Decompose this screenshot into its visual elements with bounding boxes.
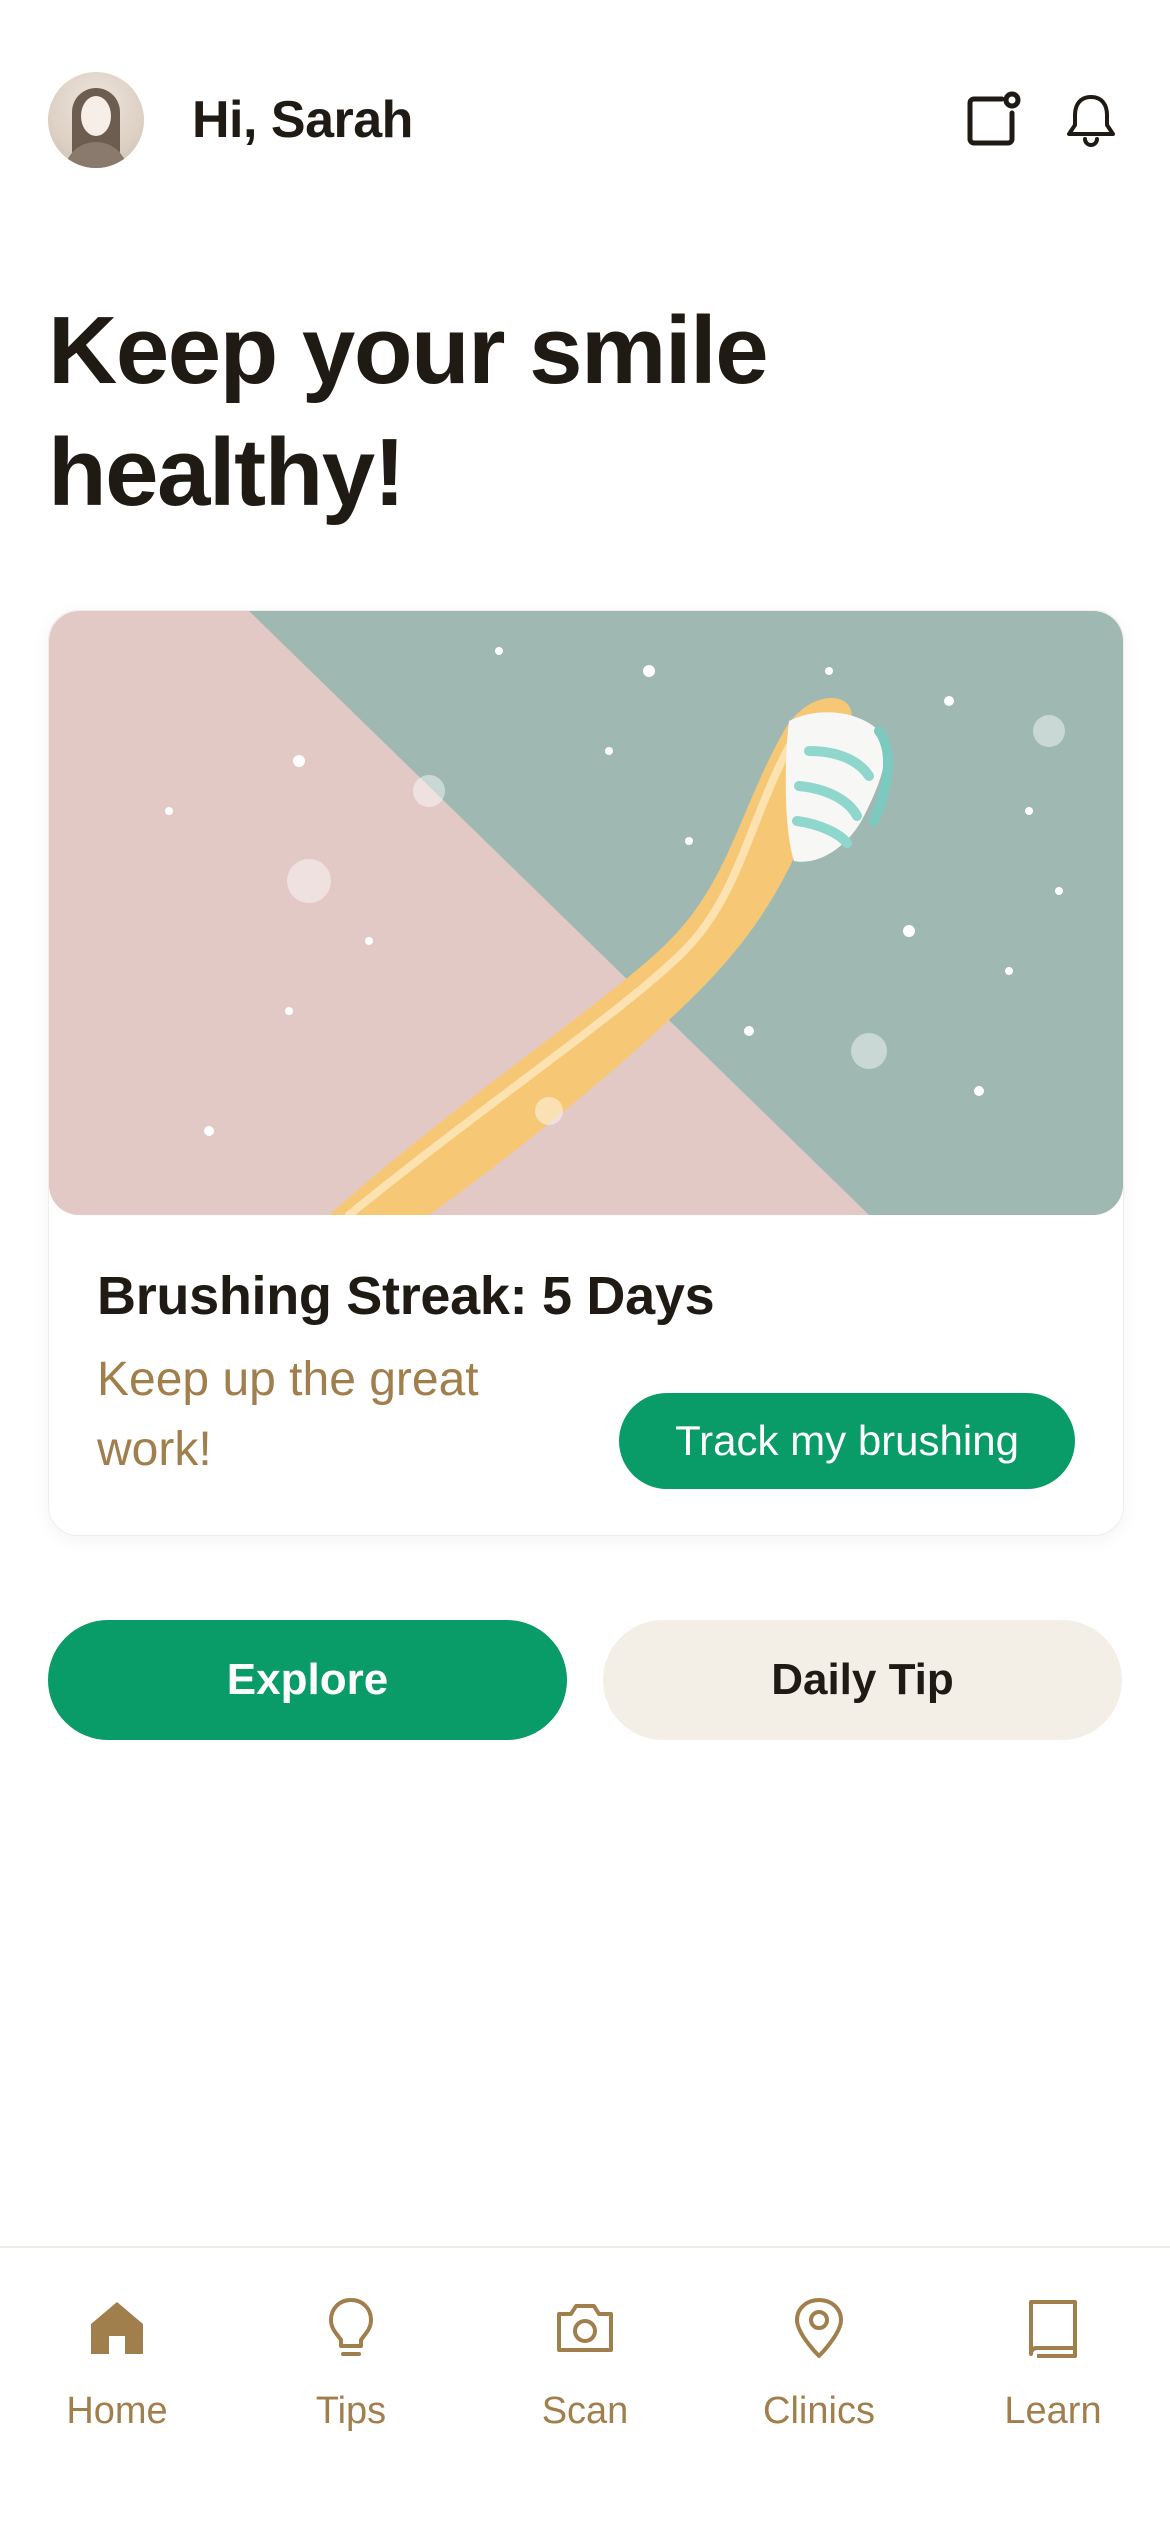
book-icon	[1017, 2292, 1089, 2364]
map-pin-icon-svg	[795, 2298, 843, 2358]
nav-item-tips[interactable]: Tips	[234, 2248, 468, 2532]
bell-icon[interactable]	[1060, 89, 1122, 151]
explore-button[interactable]: Explore	[48, 1620, 567, 1740]
streak-card: Brushing Streak: 5 Days Keep up the grea…	[48, 610, 1124, 1536]
lightbulb-icon	[315, 2292, 387, 2364]
avatar[interactable]	[48, 72, 144, 168]
page-title-line-1: Keep your smile	[48, 297, 769, 404]
camera-icon-svg	[557, 2304, 613, 2352]
book-icon-svg	[1029, 2300, 1077, 2358]
header: Hi, Sarah	[48, 70, 1122, 170]
daily-tip-button[interactable]: Daily Tip	[603, 1620, 1122, 1740]
toothbrush-illustration	[49, 611, 1123, 1215]
nav-label-scan: Scan	[541, 2390, 629, 2432]
streak-subtitle: Keep up the great work!	[97, 1353, 479, 1476]
nav-label-tips: Tips	[315, 2390, 387, 2432]
streak-title: Brushing Streak: 5 Days	[97, 1266, 715, 1326]
nav-label-clinics: Clinics	[763, 2390, 875, 2432]
nav-label-learn: Learn	[1004, 2390, 1102, 2432]
page-title-line-2: healthy!	[48, 419, 406, 526]
nav-item-home[interactable]: Home	[0, 2248, 234, 2532]
lightbulb-icon-svg	[329, 2298, 373, 2356]
bottom-nav: Home Tips Scan Clinics Learn	[0, 2246, 1170, 2532]
avatar-face	[81, 96, 111, 136]
notes-icon[interactable]	[962, 89, 1024, 151]
nav-item-clinics[interactable]: Clinics	[702, 2248, 936, 2532]
home-icon-svg	[91, 2302, 143, 2354]
page-title: Keep your smile healthy!	[48, 290, 948, 534]
greeting-text: Hi, Sarah	[192, 91, 413, 149]
home-screen: Hi, Sarah Keep your smile healthy! Brush…	[0, 0, 1170, 2532]
header-actions	[962, 89, 1122, 151]
notes-icon-svg	[967, 91, 1021, 146]
nav-item-scan[interactable]: Scan	[468, 2248, 702, 2532]
map-pin-icon	[783, 2292, 855, 2364]
camera-icon	[549, 2292, 621, 2364]
toothbrush-illustration-svg	[49, 611, 1123, 1215]
nav-label-home: Home	[66, 2390, 168, 2432]
nav-item-learn[interactable]: Learn	[936, 2248, 1170, 2532]
home-icon	[81, 2292, 153, 2364]
action-buttons: Explore Daily Tip	[48, 1620, 1122, 1740]
bell-icon-svg	[1067, 95, 1115, 147]
track-brushing-button[interactable]: Track my brushing	[619, 1393, 1075, 1489]
